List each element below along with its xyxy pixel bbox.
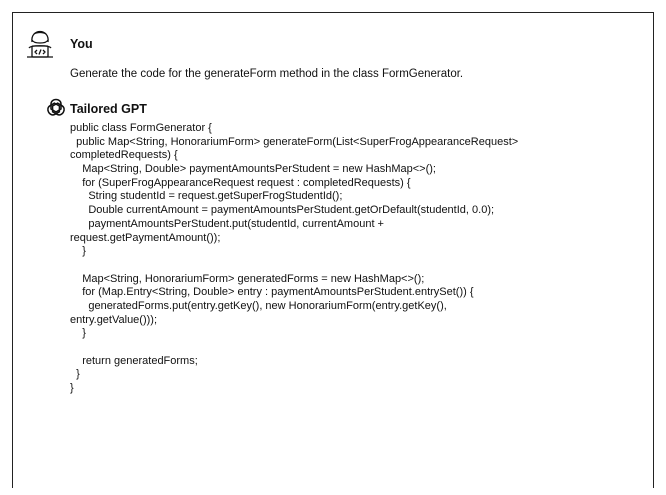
- code-line: request.getPaymentAmount());: [70, 231, 221, 244]
- code-line: }: [70, 327, 86, 340]
- code-line: }: [70, 245, 86, 258]
- assistant-name: Tailored GPT: [70, 102, 147, 116]
- user-name: You: [70, 37, 93, 51]
- code-line: Map<String, HonorariumForm> generatedFor…: [70, 272, 425, 285]
- code-line: entry.getValue()));: [70, 313, 158, 326]
- user-message: Generate the code for the generateForm m…: [70, 68, 464, 80]
- code-line: }: [70, 382, 74, 395]
- code-line: Double currentAmount = paymentAmountsPer…: [70, 204, 495, 217]
- code-line: return generatedForms;: [70, 354, 198, 367]
- code-line: for (Map.Entry<String, Double> entry : p…: [70, 286, 474, 299]
- openai-logo-icon: [47, 98, 65, 116]
- code-line: public class FormGenerator {: [70, 122, 212, 134]
- code-line: String studentId = request.getSuperFrogS…: [70, 190, 343, 203]
- code-line: Map<String, Double> paymentAmountsPerStu…: [70, 163, 436, 176]
- code-line: completedRequests) {: [70, 149, 178, 162]
- code-line: }: [70, 368, 80, 381]
- code-block: public class FormGenerator { public Map<…: [70, 122, 645, 396]
- code-line: for (SuperFrogAppearanceRequest request …: [70, 176, 411, 189]
- code-line: generatedForms.put(entry.getKey(), new H…: [70, 299, 447, 312]
- developer-avatar-icon: [27, 30, 53, 58]
- code-line: paymentAmountsPerStudent.put(studentId, …: [70, 217, 384, 230]
- code-line: public Map<String, HonorariumForm> gener…: [70, 135, 519, 148]
